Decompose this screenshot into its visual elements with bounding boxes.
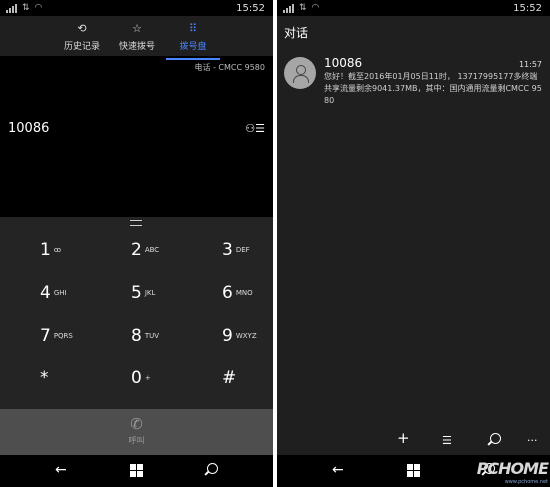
key-5[interactable]: 5 JKL <box>131 281 191 311</box>
wifi-icon: ◠ <box>311 3 320 13</box>
watermark-logo: PCHOME www.pchome.net <box>476 455 549 485</box>
message-preview: 您好！截至2016年01月05日11时， 13717995177多终端共享流量剩… <box>324 72 542 105</box>
key-star[interactable]: * <box>40 366 100 396</box>
key-3[interactable]: 3 DEF <box>222 238 273 268</box>
search-icon[interactable] <box>204 463 218 477</box>
status-time: 15:52 <box>236 3 265 14</box>
key-0[interactable]: 0 + <box>131 366 191 396</box>
contacts-icon[interactable]: ⚇☰ <box>245 122 265 135</box>
call-label: 呼叫 <box>128 436 145 445</box>
contact-avatar-icon <box>284 57 316 89</box>
add-icon[interactable]: + <box>397 429 410 447</box>
signal-icon <box>6 4 17 13</box>
dialpad-icon: ⠿ <box>188 22 198 35</box>
status-time: 15:52 <box>513 3 542 14</box>
select-list-icon[interactable]: ☰ <box>442 432 452 450</box>
dialer-screen: ⇅ ◠ 15:52 ⟲ 历史记录 ☆ 快速拨号 ⠿ 拨号盘 电话 - CMCC … <box>0 0 273 487</box>
nav-bar: ← <box>0 455 273 487</box>
key-2[interactable]: 2 ABC <box>131 238 191 268</box>
data-sync-icon: ⇅ <box>299 3 307 13</box>
windows-start-icon[interactable] <box>130 464 143 477</box>
back-icon[interactable]: ← <box>332 461 344 479</box>
status-bar: ⇅ ◠ 15:52 <box>0 0 273 16</box>
page-title: 对话 <box>284 26 309 40</box>
tab-label: 拨号盘 <box>179 42 207 52</box>
keypad: 1ꝏ 2 ABC 3 DEF 4 GHI 5 JKL 6 MNO 7 PQRS 8 TUV 9… <box>0 217 273 409</box>
wifi-icon: ◠ <box>34 3 43 13</box>
key-7[interactable]: 7 PQRS <box>40 324 100 354</box>
dialer-tabs: ⟲ 历史记录 ☆ 快速拨号 ⠿ 拨号盘 <box>0 16 273 60</box>
key-hash[interactable]: # <box>222 366 273 396</box>
key-8[interactable]: 8 TUV <box>131 324 191 354</box>
phone-icon: ✆ <box>130 415 143 433</box>
signal-icon <box>283 4 294 13</box>
keypad-handle-icon[interactable] <box>130 220 142 226</box>
dialed-number: 10086 <box>8 121 50 136</box>
search-icon[interactable] <box>487 433 501 447</box>
status-bar: ⇅ ◠ 15:52 <box>277 0 550 16</box>
key-4[interactable]: 4 GHI <box>40 281 100 311</box>
conversation-screen: ⇅ ◠ 15:52 对话 10086 11:57 您好！截至2016年01月05… <box>277 0 550 487</box>
app-bar: + ☰ ··· <box>277 425 550 455</box>
call-button[interactable]: ✆ 呼叫 <box>0 409 273 455</box>
message-sender: 10086 <box>324 56 363 70</box>
line-selector[interactable]: 电话 - CMCC 9580 <box>194 62 265 73</box>
watermark-url: www.pchome.net <box>504 479 548 485</box>
key-6[interactable]: 6 MNO <box>222 281 273 311</box>
key-9[interactable]: 9 WXYZ <box>222 324 273 354</box>
tab-dialpad[interactable]: ⠿ 拨号盘 <box>158 22 228 60</box>
windows-start-icon[interactable] <box>407 464 420 477</box>
message-time: 11:57 <box>518 60 542 69</box>
watermark-text: PCHOME <box>476 459 549 478</box>
back-icon[interactable]: ← <box>55 461 67 479</box>
data-sync-icon: ⇅ <box>22 3 30 13</box>
more-icon[interactable]: ··· <box>527 432 538 450</box>
voicemail-icon: ꝏ <box>53 246 61 254</box>
key-1[interactable]: 1ꝏ <box>40 238 100 268</box>
